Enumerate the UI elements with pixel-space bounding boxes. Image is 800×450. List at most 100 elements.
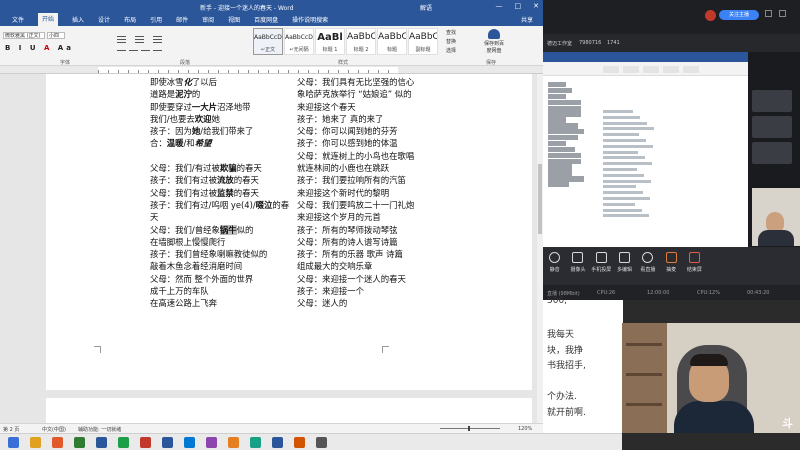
participant-video[interactable] xyxy=(752,188,800,246)
edge-icon[interactable] xyxy=(184,437,195,448)
format-buttons[interactable]: B I U A Aa xyxy=(5,44,74,52)
ribbon-tab[interactable]: 布局 xyxy=(124,15,136,24)
qq-icon[interactable] xyxy=(250,437,261,448)
camera-icon xyxy=(572,252,584,263)
background-text-line: 个办法. xyxy=(547,392,577,402)
excel-icon[interactable] xyxy=(74,437,85,448)
search-icon[interactable] xyxy=(30,437,41,448)
text-run: 的春 xyxy=(272,199,290,210)
editing-command[interactable]: 选择 xyxy=(446,47,456,56)
status-bar: 第 2 页 中文(中国) 辅助功能: 一切就绪 120% xyxy=(0,423,543,433)
ribbon-tab[interactable]: 文件 xyxy=(12,15,24,24)
minimize-icon[interactable] xyxy=(765,10,772,17)
text-run: 父母：我们/曾经象 xyxy=(150,224,220,235)
group-label-font: 字体 xyxy=(60,60,71,66)
style-2[interactable]: AaBbCcDc ↵无间隔 xyxy=(284,28,314,55)
font-size-dropdown[interactable]: 小四 xyxy=(47,32,65,39)
ribbon-tab[interactable]: 审阅 xyxy=(202,15,214,24)
follow-button[interactable]: 关注主播 xyxy=(719,10,759,20)
editing-command[interactable]: 替换 xyxy=(446,38,456,47)
camera-button[interactable]: 摄像头 xyxy=(566,247,589,285)
save-to-baidu-button[interactable]: 保存到百度网盘 xyxy=(482,29,506,54)
text-run: 孩子：我们有过/呜咽 ye(4)/ xyxy=(150,199,256,210)
group-label-styles: 样式 xyxy=(338,60,349,66)
zoom-level[interactable]: 120% xyxy=(518,426,532,432)
style-name: 标题 1 xyxy=(322,47,338,53)
text-line: 父母：我们具有无比坚强的信心 xyxy=(297,77,415,87)
text-run: 了以后 xyxy=(191,77,217,87)
text-run: 温暖 xyxy=(166,138,184,149)
text-run: 父母：我们有过被 xyxy=(150,187,217,198)
hand-icon xyxy=(665,252,677,263)
hand-button[interactable]: 抽麦 xyxy=(659,247,682,285)
folder-icon[interactable] xyxy=(228,437,239,448)
text-line: 在高速公路上飞奔 xyxy=(150,297,289,309)
style-name: 标题 2 xyxy=(353,47,369,53)
paragraph-controls[interactable] xyxy=(115,32,225,58)
background-text-line: 我每天 xyxy=(547,330,575,340)
ribbon-tab[interactable]: 百度网盘 xyxy=(254,15,278,24)
end-button[interactable]: 结束屏 xyxy=(683,247,706,285)
browser-icon[interactable] xyxy=(52,437,63,448)
text-line: 来迎接这个新时代的黎明 xyxy=(297,187,390,198)
ribbon-tab[interactable]: 邮件 xyxy=(176,15,188,24)
text-line: 即使冰雪化了以后 xyxy=(150,76,289,88)
live-icon xyxy=(642,252,654,263)
language-indicator[interactable]: 中文(中国) xyxy=(42,426,66,433)
text-line: 父母：就连树上的小鸟也在歌唱 xyxy=(297,150,415,161)
ribbon-tab[interactable]: 开始 xyxy=(38,13,59,26)
window-controls: — □ ✕ xyxy=(496,2,540,10)
outlook-icon[interactable] xyxy=(162,437,173,448)
live-button[interactable]: 看直播 xyxy=(636,247,659,285)
wechat-icon[interactable] xyxy=(118,437,129,448)
word-icon[interactable] xyxy=(96,437,107,448)
font-name-dropdown[interactable]: 微软雅黑 (正文) xyxy=(3,32,45,39)
style-3[interactable]: AaBl 标题 1 xyxy=(315,28,345,55)
editing-command[interactable]: 查找 xyxy=(446,29,456,38)
maximize-icon[interactable]: □ xyxy=(515,2,522,10)
edit-button[interactable]: 多编辑 xyxy=(613,247,636,285)
toolbar-label: 抽麦 xyxy=(666,267,677,273)
video-icon[interactable] xyxy=(294,437,305,448)
ribbon-tab[interactable]: 设计 xyxy=(98,15,110,24)
text-line: 敲着木鱼念着经消磨时间 xyxy=(150,260,289,272)
text-run: /给我们带来了 xyxy=(200,126,254,137)
ribbon-tab[interactable]: 插入 xyxy=(72,15,84,24)
text-run: 父母：我们/有过被 xyxy=(150,163,220,174)
powerpoint-icon[interactable] xyxy=(140,437,151,448)
text-run: 即使要穿过 xyxy=(150,101,192,112)
ribbon-tab[interactable]: 引用 xyxy=(150,15,162,24)
text-line: 孩子：你可以感到她的体温 xyxy=(297,138,398,149)
phone-cast-button[interactable]: 手机投屏 xyxy=(590,247,613,285)
minimize-icon[interactable]: — xyxy=(496,2,503,10)
close-icon[interactable]: ✕ xyxy=(533,2,539,10)
style-4[interactable]: AaBbC 标题 2 xyxy=(346,28,376,55)
microphone-button[interactable]: 静音 xyxy=(543,247,566,285)
document-page[interactable]: 即使冰雪化了以后 道路是泥泞的 即使要穿过一大片沼泽地带 我们/也要去欢迎她 孩子：因为… xyxy=(46,74,532,390)
style-1[interactable]: AaBbCcDc ↵正文 xyxy=(253,28,283,55)
accessibility-status[interactable]: 辅助功能: 一切就绪 xyxy=(78,426,121,433)
maximize-icon[interactable] xyxy=(779,10,786,17)
word-icon[interactable] xyxy=(272,437,283,448)
share-button[interactable]: 共享 xyxy=(521,15,533,24)
style-5[interactable]: AaBbC 标题 xyxy=(377,28,407,55)
ribbon-tab[interactable]: 视图 xyxy=(228,15,240,24)
text-line: 父母：我们要鸣放二十一门礼炮 xyxy=(297,199,415,210)
style-6[interactable]: AaBbC 副标题 xyxy=(408,28,438,55)
participant-tile[interactable] xyxy=(752,116,792,138)
app-icon[interactable] xyxy=(206,437,217,448)
participant-tile[interactable] xyxy=(752,90,792,112)
ribbon-tab[interactable]: 操作说明搜索 xyxy=(292,15,328,24)
zoom-slider-knob[interactable] xyxy=(468,426,470,431)
text-line: 即使要穿过一大片沼泽地带 xyxy=(150,101,289,113)
styles-gallery: AaBbCcDc ↵正文 AaBbCcDc ↵无间隔 AaBl 标题 1 AaBbC 标题 2… xyxy=(253,28,438,55)
style-preview: AaBl xyxy=(317,32,343,43)
participant-tile[interactable] xyxy=(752,142,792,164)
host-avatar[interactable] xyxy=(705,10,716,21)
page-indicator[interactable]: 第 2 页 xyxy=(3,426,19,433)
style-name: ↵正文 xyxy=(260,47,276,53)
app-icon[interactable] xyxy=(316,437,327,448)
zoom-slider[interactable] xyxy=(440,428,500,429)
start-icon[interactable] xyxy=(8,437,19,448)
user-name[interactable]: 解语 xyxy=(420,3,432,12)
